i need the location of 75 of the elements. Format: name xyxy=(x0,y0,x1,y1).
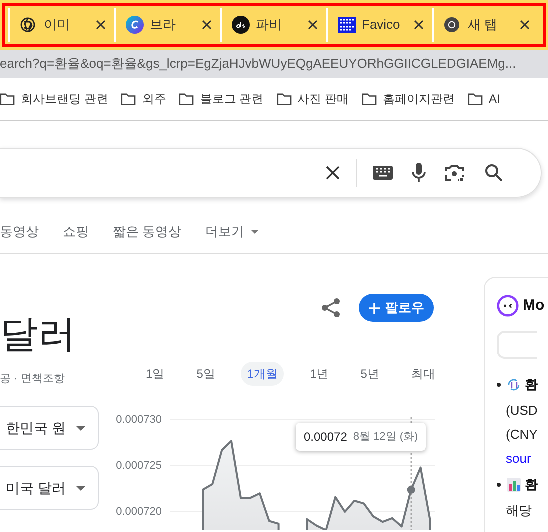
microphone-icon[interactable] xyxy=(412,163,426,183)
browser-tab[interactable]: Favico xyxy=(326,8,432,42)
keyboard-icon[interactable] xyxy=(373,166,393,180)
tab-title: 새 탭 xyxy=(468,16,499,34)
browser-logo-icon xyxy=(444,17,460,33)
folder-icon xyxy=(276,92,292,106)
search-tab[interactable]: 쇼핑 xyxy=(63,222,89,242)
close-icon[interactable] xyxy=(202,20,212,30)
folder-icon xyxy=(121,92,136,106)
period-tab[interactable]: 1개월 xyxy=(241,362,284,386)
folder-icon xyxy=(468,92,484,106)
axis-tick-label: 0.000720 xyxy=(116,506,162,518)
search-icon[interactable] xyxy=(485,164,503,182)
item-heading: 환 xyxy=(525,476,538,494)
share-icon[interactable] xyxy=(321,298,341,318)
axis-tick-label: 0.000725 xyxy=(116,460,162,472)
source-link[interactable]: sour xyxy=(506,450,532,468)
bookmark[interactable]: 외주 xyxy=(121,90,166,108)
source-note: 공 · 면책조항 xyxy=(0,372,66,387)
tab-title: Favico xyxy=(362,16,402,34)
period-tab[interactable]: 1년 xyxy=(304,362,335,386)
bookmark[interactable]: 블로그 관련 xyxy=(179,90,264,108)
monogram-circle-icon xyxy=(232,16,250,34)
clear-icon[interactable] xyxy=(326,166,340,180)
bookmark[interactable]: 홈페이지관련 xyxy=(362,90,456,108)
tooltip-date: 8월 12일 (화) xyxy=(353,430,418,445)
browser-tab[interactable]: 새 탭 xyxy=(432,8,538,42)
close-icon[interactable] xyxy=(414,20,424,30)
caret-icon xyxy=(76,426,86,430)
period-tab[interactable]: 5일 xyxy=(190,362,222,386)
search-tab[interactable]: 짧은 동영상 xyxy=(113,222,182,242)
close-icon[interactable] xyxy=(308,20,318,30)
period-tab[interactable]: 1일 xyxy=(140,362,171,386)
currency-exchange-icon xyxy=(507,378,521,390)
browser-tab[interactable]: 이미 xyxy=(8,8,114,42)
item-text: (USD xyxy=(505,402,538,420)
period-tab[interactable]: 최대 xyxy=(405,362,442,386)
letter-circle-icon xyxy=(126,16,144,34)
period-tab[interactable]: 5년 xyxy=(354,362,386,386)
pixel-logo-icon xyxy=(338,17,356,33)
search-tab[interactable]: 동영상 xyxy=(0,222,39,242)
tooltip-value: 0.00072 xyxy=(304,429,348,446)
card-title: Mo xyxy=(523,296,545,316)
search-field[interactable] xyxy=(0,148,542,198)
currency-dropdown[interactable]: 한민국 원 xyxy=(0,406,99,450)
caret-icon xyxy=(250,230,259,234)
camera-lens-icon[interactable] xyxy=(445,164,464,182)
knot-icon xyxy=(20,17,36,33)
page-title: 달러 xyxy=(0,314,76,356)
item-text: (CNY xyxy=(505,426,538,444)
folder-icon xyxy=(0,92,15,106)
follow-button[interactable]: 팔로우 xyxy=(359,294,434,322)
currency-dropdown[interactable]: 미국 달러 xyxy=(0,466,99,510)
item-heading: 환 xyxy=(525,376,538,394)
close-icon[interactable] xyxy=(520,20,530,30)
url-text: earch?q=환율&oq=환율&gs_lcrp=EgZjaHJvbWUyEQgAEEUYORhGGIICGLEDGIAEMg... xyxy=(0,55,516,74)
axis-tick-label: 0.000730 xyxy=(116,414,162,426)
caret-icon xyxy=(76,486,86,490)
bar-chart-icon xyxy=(507,478,521,492)
plus-icon xyxy=(368,302,380,314)
tab-title: 브라 xyxy=(150,16,177,34)
tab-title: 이미 xyxy=(44,16,71,34)
address-bar[interactable]: earch?q=환율&oq=환율&gs_lcrp=EgZjaHJvbWUyEQgAEEUYORhGGIICGLEDGIAEMg... xyxy=(0,50,548,78)
close-icon[interactable] xyxy=(96,20,106,30)
item-text: 해당 xyxy=(505,502,532,520)
bookmark[interactable]: 사진 판매 xyxy=(276,90,350,108)
folder-icon xyxy=(179,92,194,106)
browser-tab[interactable]: 브라 xyxy=(114,8,220,42)
bookmark[interactable]: 회사브랜딩 관련 xyxy=(0,90,108,108)
bookmark[interactable]: AI xyxy=(468,90,500,108)
folder-icon xyxy=(362,92,378,106)
robot-face-icon xyxy=(497,295,519,318)
more-menu[interactable]: 더보기 xyxy=(206,222,259,242)
browser-tab[interactable]: 파비 xyxy=(220,8,326,42)
tab-title: 파비 xyxy=(256,16,283,34)
